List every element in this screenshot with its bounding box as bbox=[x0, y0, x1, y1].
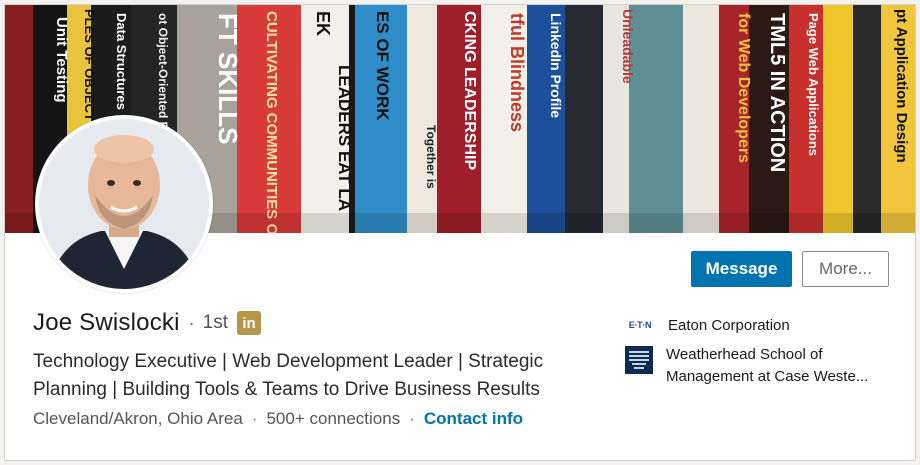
book-spine-text: TML5 IN ACTION bbox=[766, 13, 788, 172]
profile-name: Joe Swislocki bbox=[33, 309, 180, 336]
company-name: Eaton Corporation bbox=[668, 317, 790, 334]
book-spine-text: Together is bbox=[424, 125, 438, 189]
book-spine-text: FT SKILLS bbox=[213, 13, 243, 144]
connections-count[interactable]: 500+ connections bbox=[266, 409, 400, 429]
profile-card: Unit Testing Data Structures PLES OF OBJ… bbox=[4, 4, 916, 461]
message-button[interactable]: Message bbox=[691, 251, 792, 287]
profile-meta: Cleveland/Akron, Ohio Area · 500+ connec… bbox=[33, 409, 523, 429]
more-actions-button[interactable]: More... bbox=[802, 251, 889, 287]
book-spine-text: ES OF WORK bbox=[373, 11, 392, 121]
profile-avatar[interactable] bbox=[35, 115, 213, 293]
profile-photo bbox=[39, 119, 209, 289]
book-spine-text: LinkedIn Profile bbox=[548, 13, 564, 118]
book-spine-text: CKING LEADERSHIP bbox=[461, 11, 478, 170]
book-spine-text: PLES OF OBJECT bbox=[82, 9, 97, 121]
contact-info-link[interactable]: Contact info bbox=[424, 409, 523, 429]
book-spine-text: Data Structures bbox=[114, 13, 129, 110]
profile-headline: Technology Executive | Web Development L… bbox=[33, 351, 544, 400]
education-school[interactable]: Weatherhead School of Management at Case… bbox=[625, 344, 896, 388]
name-row: Joe Swislocki · 1st in bbox=[33, 309, 262, 337]
meta-separator: · bbox=[409, 409, 415, 428]
school-name: Weatherhead School of Management at Case… bbox=[666, 346, 869, 385]
book-spine-text: tful Blindness bbox=[507, 13, 527, 132]
book-spine-text: ot Object-Oriented Pr bbox=[156, 13, 170, 135]
book-spine-text: Unleadable bbox=[620, 9, 636, 84]
book-spine-text: pt Application Design bbox=[893, 9, 910, 163]
current-company[interactable]: E·T·N Eaton Corporation bbox=[625, 315, 898, 337]
degree-separator: · bbox=[188, 312, 195, 333]
book-spine-text: Unit Testing bbox=[53, 17, 70, 103]
school-logo-icon bbox=[625, 346, 653, 374]
connection-degree: 1st bbox=[202, 312, 229, 333]
book-spine-text: Page Web Applications bbox=[806, 13, 821, 156]
eaton-logo-icon: E·T·N bbox=[628, 320, 652, 330]
meta-separator: · bbox=[251, 409, 258, 428]
location: Cleveland/Akron, Ohio Area bbox=[33, 409, 243, 428]
book-spine-text: for Web Developers bbox=[735, 13, 752, 163]
book-spine-text: LEADERS EAT LA bbox=[335, 65, 354, 211]
book-spine-text: EK bbox=[313, 11, 333, 36]
linkedin-premium-icon: in bbox=[237, 311, 262, 335]
book-spine-text: CULTIVATING COMMUNITIES OF PRACTICE bbox=[263, 11, 280, 233]
